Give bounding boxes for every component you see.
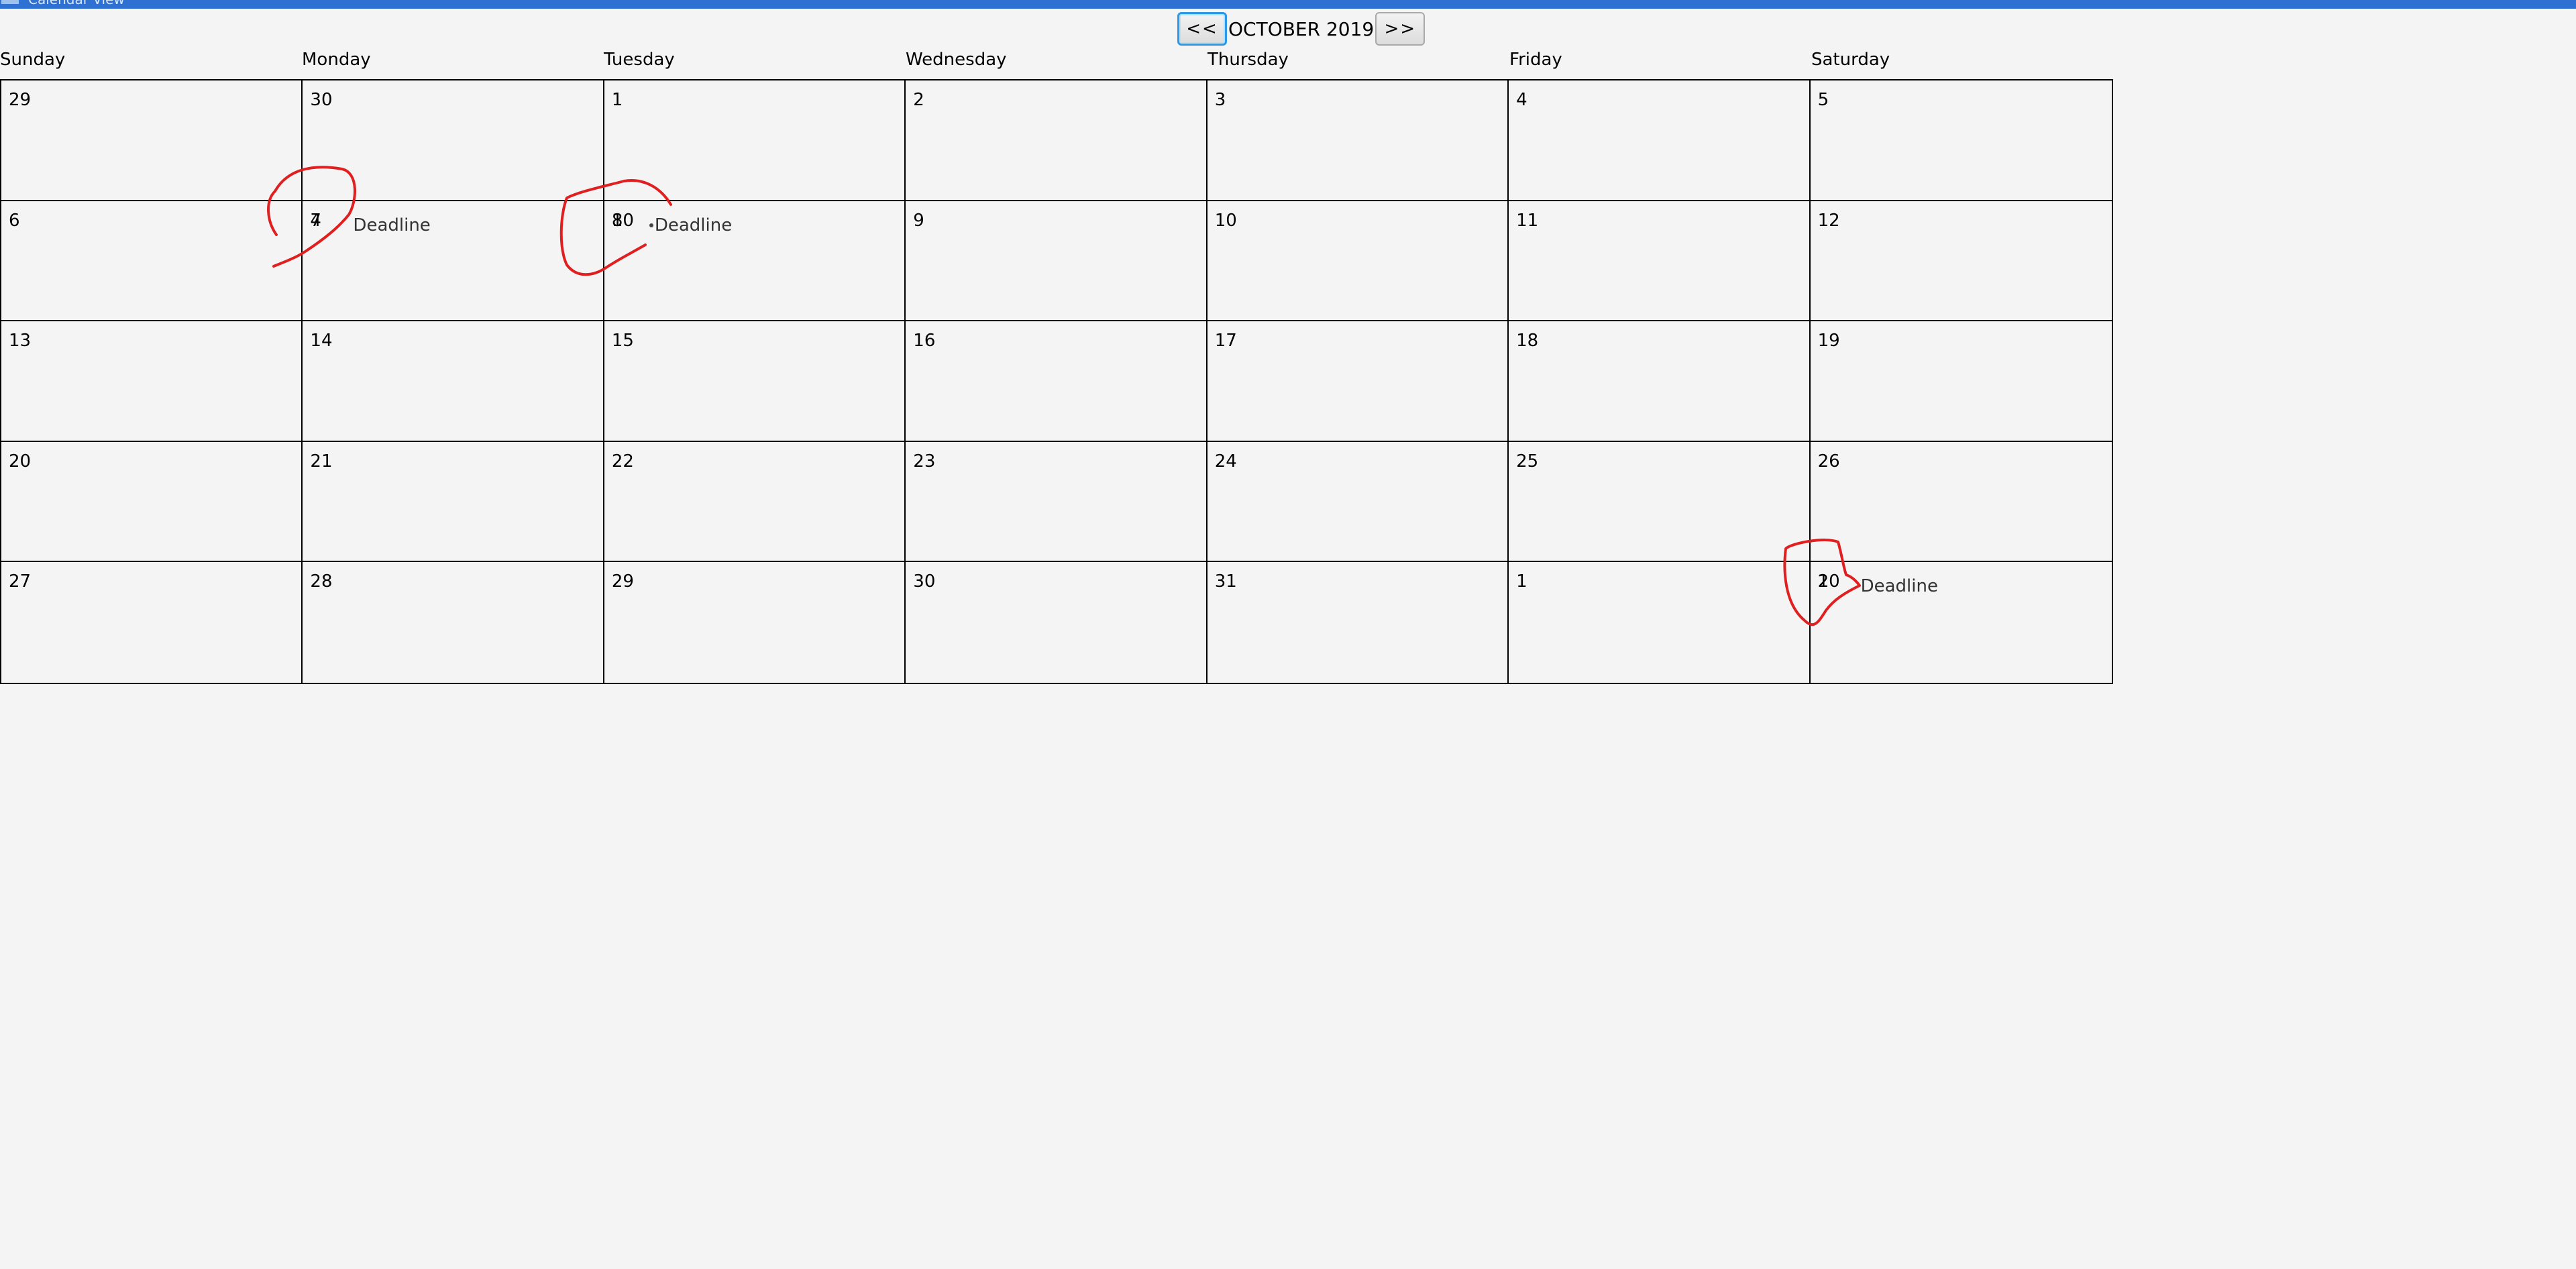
day-cell[interactable]: 29 [604, 562, 906, 683]
day-number: 2 [913, 90, 924, 110]
day-cell[interactable]: 5 [1810, 80, 2112, 201]
day-cell[interactable]: 15 [604, 321, 906, 442]
day-cell[interactable]: 3 [1207, 80, 1509, 201]
day-cell[interactable]: 2 10 Deadline [1811, 562, 2112, 683]
day-cell[interactable]: 14 [303, 321, 604, 442]
day-cell[interactable]: 19 [1810, 321, 2112, 442]
day-cell[interactable]: 2 [906, 80, 1208, 201]
day-cell[interactable]: 17 [1207, 321, 1509, 442]
day-cell[interactable]: 8 10 Deadline [604, 201, 906, 322]
event-label[interactable]: Deadline [1861, 576, 1938, 596]
day-cell[interactable]: 31 [1208, 562, 1509, 683]
month-label: OCTOBER 2019 [1228, 17, 1375, 40]
event-label[interactable]: Deadline [655, 215, 732, 235]
day-number: 24 [1214, 451, 1237, 472]
day-number: 23 [913, 451, 936, 472]
weekday-header: Sunday Monday Tuesday Wednesday Thursday… [0, 50, 2113, 72]
day-number: 10 [1214, 210, 1237, 231]
weekday-monday: Monday [302, 50, 371, 70]
weekday-saturday: Saturday [1811, 50, 1890, 70]
event-label[interactable]: Deadline [353, 215, 430, 235]
day-cell[interactable]: 7 4 Deadline [303, 201, 604, 322]
day-cell[interactable]: 23 [906, 441, 1208, 563]
day-number: 3 [1214, 90, 1226, 110]
window-title: Calendar View [28, 0, 125, 6]
previous-month-button[interactable]: << [1177, 12, 1227, 46]
overlapping-day-number: 10 [1817, 571, 1840, 592]
overlapping-day-number: 4 [310, 210, 321, 231]
app-icon [1, 0, 19, 4]
day-cell[interactable]: 12 [1810, 201, 2112, 322]
day-number: 16 [913, 331, 936, 351]
day-cell[interactable]: 30 [906, 562, 1208, 683]
day-number: 14 [310, 331, 333, 351]
day-cell[interactable]: 29 [1, 80, 303, 201]
day-cell[interactable]: 25 [1509, 441, 1811, 563]
weekday-thursday: Thursday [1208, 50, 1289, 70]
day-cell[interactable]: 21 [303, 441, 604, 563]
weekday-sunday: Sunday [0, 50, 66, 70]
day-number: 21 [310, 451, 333, 472]
day-number: 29 [611, 571, 634, 592]
day-number: 25 [1516, 451, 1539, 472]
day-number: 30 [913, 571, 936, 592]
day-number: 31 [1214, 571, 1237, 592]
month-navigation: << OCTOBER 2019 >> [1177, 11, 1426, 46]
day-number: 5 [1817, 90, 1829, 110]
day-number: 6 [9, 210, 20, 231]
day-cell[interactable]: 27 [1, 562, 303, 683]
day-cell[interactable]: 16 [906, 321, 1208, 442]
day-number: 9 [913, 210, 924, 231]
day-number: 18 [1516, 331, 1539, 351]
overlapping-day-number: 10 [611, 210, 634, 231]
day-cell[interactable]: 1 [1509, 562, 1811, 683]
day-number: 28 [310, 571, 333, 592]
day-cell[interactable]: 22 [604, 441, 906, 563]
day-number: 30 [310, 90, 333, 110]
day-number: 22 [611, 451, 634, 472]
day-number: 27 [9, 571, 32, 592]
day-number: 17 [1214, 331, 1237, 351]
day-cell[interactable]: 11 [1509, 201, 1811, 322]
day-cell[interactable]: 4 [1509, 80, 1811, 201]
day-number: 13 [9, 331, 32, 351]
event-bullet-icon [649, 223, 653, 227]
day-cell[interactable]: 6 [1, 201, 303, 322]
weekday-tuesday: Tuesday [604, 50, 675, 70]
next-month-button[interactable]: >> [1375, 12, 1426, 46]
day-cell[interactable]: 26 [1810, 442, 2112, 563]
day-cell[interactable]: 18 [1509, 321, 1811, 442]
day-number: 15 [611, 331, 634, 351]
day-cell[interactable]: 13 [1, 321, 303, 442]
day-number: 1 [611, 90, 623, 110]
day-cell[interactable]: 28 [303, 562, 604, 683]
weekday-friday: Friday [1509, 50, 1562, 70]
calendar-grid: 29 30 1 2 3 4 5 6 7 4 Deadline 8 10 Dead… [0, 79, 2113, 684]
day-cell[interactable]: 10 [1207, 201, 1509, 322]
window-titlebar: Calendar View [0, 0, 2576, 9]
day-cell[interactable]: 9 [906, 201, 1208, 322]
day-number: 19 [1817, 331, 1840, 351]
day-cell[interactable]: 30 [303, 80, 604, 201]
day-number: 1 [1516, 571, 1527, 592]
day-number: 11 [1516, 210, 1539, 231]
day-cell[interactable]: 1 [604, 80, 906, 201]
day-number: 4 [1516, 90, 1527, 110]
day-number: 20 [9, 451, 32, 472]
weekday-wednesday: Wednesday [906, 50, 1007, 70]
day-cell[interactable]: 20 [1, 441, 303, 563]
day-number: 26 [1817, 451, 1840, 472]
day-cell[interactable]: 24 [1207, 441, 1509, 563]
day-number: 29 [9, 90, 32, 110]
day-number: 12 [1817, 210, 1840, 231]
